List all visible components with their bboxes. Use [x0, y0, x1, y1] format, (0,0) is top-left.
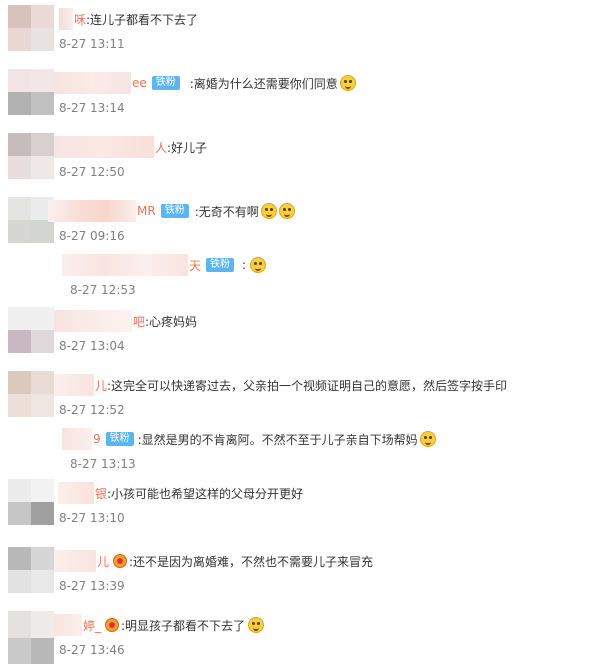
comment-item: 银 :小孩可能也希望这样的父母分开更好 8-27 13:10: [0, 474, 602, 538]
comment-item: 咊 :连儿子都看不下去了 8-27 13:11: [0, 0, 602, 64]
timestamp: 8-27 09:16: [59, 229, 125, 243]
comment-text: :小孩可能也希望这样的父母分开更好: [107, 486, 304, 501]
smile-emoji-icon: [250, 257, 267, 273]
timestamp: 8-27 13:10: [59, 511, 125, 525]
timestamp: 8-27 12:52: [59, 403, 125, 417]
username[interactable]: [48, 200, 136, 222]
username-tail[interactable]: 儿: [97, 553, 109, 570]
medal-icon[interactable]: [113, 554, 128, 568]
laugh-emoji-icon: [278, 203, 295, 219]
laugh-cry-emoji-icon: [419, 431, 436, 447]
username[interactable]: [62, 254, 188, 276]
username-tail[interactable]: 婷_: [83, 617, 101, 634]
username-tail[interactable]: MR: [137, 204, 156, 218]
username[interactable]: [54, 614, 82, 636]
comment-text: :明显孩子都看不下去了: [121, 618, 246, 633]
comment-text: :: [242, 258, 247, 272]
comment-text: :显然是男的不肯离阿。不然不至于儿子亲自下场帮妈: [137, 432, 418, 447]
username-tail[interactable]: 咊: [74, 11, 86, 28]
comment-text: :这完全可以快递寄过去，父亲拍一个视频证明自己的意愿，然后签字按手印: [107, 378, 508, 393]
username-tail[interactable]: 9: [93, 432, 101, 446]
username[interactable]: [58, 482, 94, 504]
comment-item: 人 :好儿子 8-27 12:50: [0, 128, 602, 192]
timestamp: 8-27 13:11: [59, 37, 125, 51]
avatar[interactable]: [8, 479, 54, 525]
username[interactable]: [62, 428, 92, 450]
avatar[interactable]: [8, 133, 54, 179]
timestamp: 8-27 12:53: [70, 283, 136, 297]
laugh-cry-emoji-icon: [339, 75, 356, 91]
avatar[interactable]: [8, 611, 54, 664]
username-tail[interactable]: 银: [95, 485, 107, 502]
avatar[interactable]: [8, 5, 54, 51]
laugh-emoji-icon: [260, 203, 277, 219]
comment-item: 儿 :还不是因为离婚难，不然也不需要儿子来冒充 8-27 13:39: [0, 542, 602, 606]
timestamp: 8-27 13:39: [59, 579, 125, 593]
username-tail[interactable]: 儿: [95, 377, 107, 394]
timestamp: 8-27 13:14: [59, 101, 125, 115]
avatar[interactable]: [8, 547, 54, 593]
comment-text: :好儿子: [167, 140, 208, 155]
comment-item: 婷_ :明显孩子都看不下去了 8-27 13:46: [0, 606, 602, 670]
username[interactable]: [54, 550, 96, 572]
comment-item: 吧 :心疼妈妈 8-27 13:04: [0, 302, 602, 366]
avatar[interactable]: [8, 307, 54, 353]
comment-text: :还不是因为离婚难，不然也不需要儿子来冒充: [129, 554, 374, 569]
comment-text: :心疼妈妈: [145, 314, 198, 329]
medal-icon[interactable]: [105, 618, 120, 632]
crying-emoji-icon: [248, 617, 265, 633]
timestamp: 8-27 13:04: [59, 339, 125, 353]
comment-item: ee 铁粉 :离婚为什么还需要你们同意 8-27 13:14: [0, 64, 602, 128]
comment-text: :连儿子都看不下去了: [86, 12, 199, 27]
timestamp: 8-27 13:46: [59, 643, 125, 657]
avatar[interactable]: [8, 69, 54, 115]
timestamp: 8-27 13:13: [70, 457, 136, 471]
fan-badge[interactable]: 铁粉: [105, 432, 134, 446]
username[interactable]: [59, 8, 73, 30]
timestamp: 8-27 12:50: [59, 165, 125, 179]
username-tail[interactable]: ee: [132, 76, 147, 90]
comment-item: 天 铁粉 : 8-27 12:53: [0, 246, 602, 310]
username[interactable]: [54, 136, 154, 158]
fan-badge[interactable]: 铁粉: [160, 204, 189, 218]
comment-text: :无奇不有啊: [194, 204, 259, 219]
username[interactable]: [54, 72, 131, 94]
username[interactable]: [54, 374, 94, 396]
fan-badge[interactable]: 铁粉: [151, 76, 180, 90]
comment-text: :离婚为什么还需要你们同意: [189, 76, 338, 91]
username-tail[interactable]: 人: [155, 139, 167, 156]
username-tail[interactable]: 吧: [133, 313, 145, 330]
username-tail[interactable]: 天: [189, 257, 201, 274]
fan-badge[interactable]: 铁粉: [206, 258, 235, 272]
avatar[interactable]: [8, 371, 54, 417]
username[interactable]: [54, 310, 132, 332]
